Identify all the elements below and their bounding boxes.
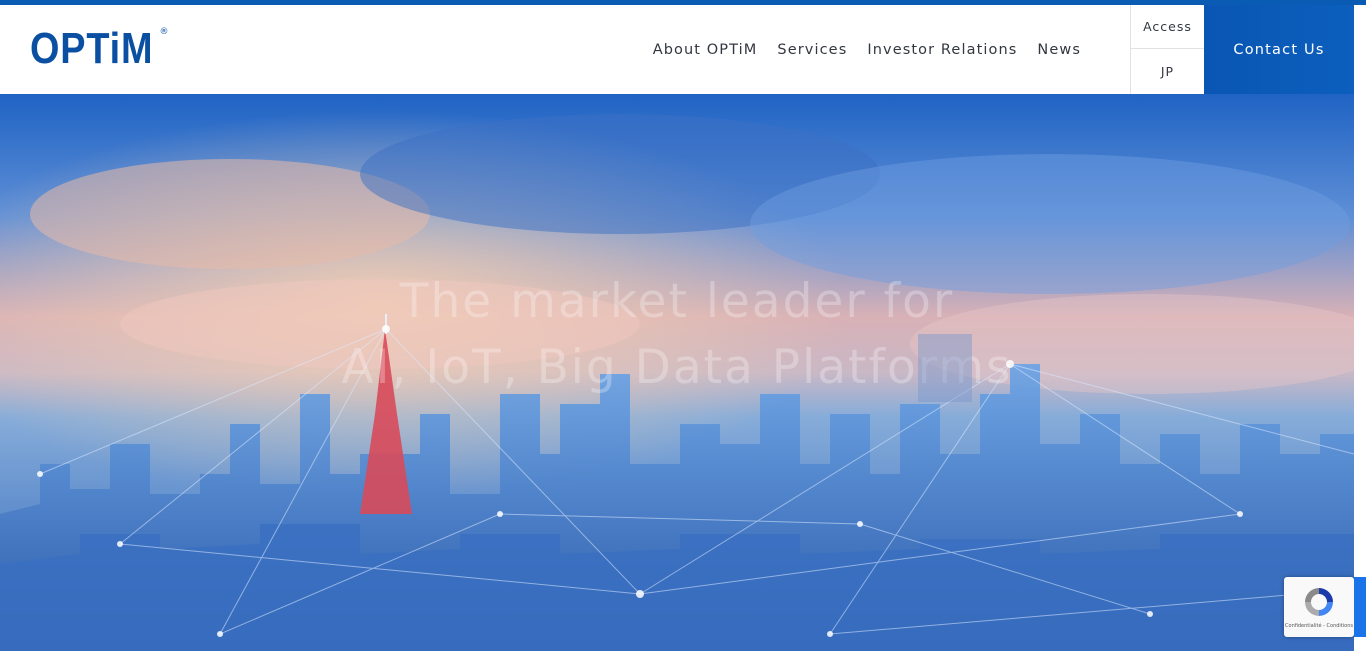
logo[interactable]: OPTiM ® xyxy=(30,27,169,71)
scroll-gutter xyxy=(1354,5,1366,651)
registered-mark: ® xyxy=(159,27,169,37)
hero-banner: The market leader for AI, IoT, Big Data … xyxy=(0,94,1354,651)
access-link[interactable]: Access xyxy=(1131,5,1204,49)
hero-headline-line2: AI, IoT, Big Data Platforms xyxy=(341,340,1013,395)
main-nav: About OPTiM Services Investor Relations … xyxy=(633,5,1081,94)
text-selection-highlight xyxy=(918,334,972,402)
recaptcha-badge[interactable]: Confidentialité - Conditions xyxy=(1284,577,1354,637)
site-header: OPTiM ® About OPTiM Services Investor Re… xyxy=(0,5,1354,94)
hero-headline-line1: The market leader for xyxy=(399,274,955,329)
utility-links: Access JP xyxy=(1130,5,1204,94)
contact-us-button[interactable]: Contact Us xyxy=(1204,5,1354,94)
recaptcha-tab xyxy=(1354,577,1366,637)
language-switch-jp[interactable]: JP xyxy=(1131,49,1204,93)
nav-services[interactable]: Services xyxy=(777,42,847,58)
logo-text: OPTiM xyxy=(30,24,154,73)
nav-about[interactable]: About OPTiM xyxy=(653,42,758,58)
recaptcha-icon xyxy=(1305,588,1333,616)
recaptcha-terms: Confidentialité - Conditions xyxy=(1285,623,1353,629)
nav-investor-relations[interactable]: Investor Relations xyxy=(867,42,1017,58)
hero-headline: The market leader for AI, IoT, Big Data … xyxy=(0,270,1354,402)
nav-news[interactable]: News xyxy=(1037,42,1081,58)
